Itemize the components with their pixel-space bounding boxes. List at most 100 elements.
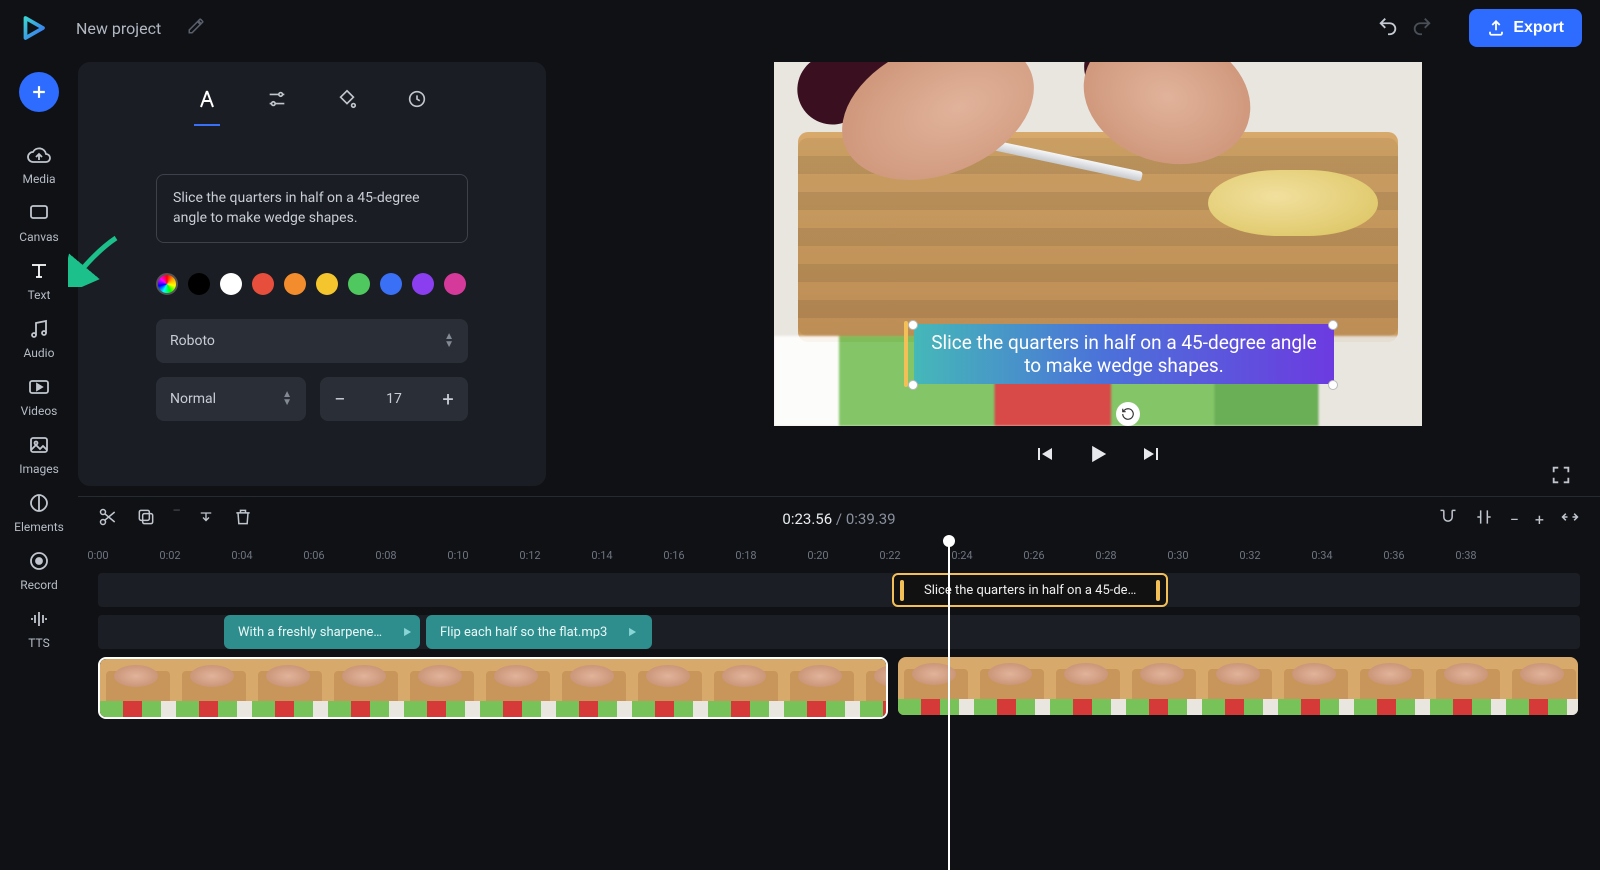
tab-timing[interactable]: [402, 84, 432, 114]
export-label: Export: [1513, 19, 1564, 37]
rail-item-media[interactable]: Media: [9, 142, 69, 186]
video-track-row[interactable]: [98, 657, 1580, 719]
video-thumbnail: [974, 657, 1050, 715]
playhead[interactable]: [948, 541, 950, 870]
top-bar: New project Export: [0, 0, 1600, 56]
color-swatches: [156, 273, 468, 295]
zoom-out-button[interactable]: −: [1510, 510, 1519, 529]
swatch-red[interactable]: [252, 273, 274, 295]
text-overlay[interactable]: Slice the quarters in half on a 45-degre…: [914, 324, 1334, 384]
rail-item-canvas[interactable]: Canvas: [9, 200, 69, 244]
color-picker-button[interactable]: [156, 273, 178, 295]
clip-handle-left[interactable]: [900, 580, 904, 601]
project-title[interactable]: New project: [76, 19, 161, 38]
text-content-input[interactable]: Slice the quarters in half on a 45-degre…: [156, 174, 468, 243]
text-track[interactable]: Slice the quarters in half on a 45-de…: [98, 573, 1580, 607]
clip-label: Flip each half so the flat.mp3: [426, 625, 621, 640]
font-weight-value: Normal: [170, 391, 216, 407]
ruler-tick: 0:00: [87, 549, 108, 562]
swatch-black[interactable]: [188, 273, 210, 295]
ruler-tick: 0:36: [1383, 549, 1404, 562]
timeline: ‾ 0:23.56 / 0:39.39 − + 0:000:020:040:06…: [78, 496, 1600, 870]
rail-label: Record: [20, 578, 58, 592]
resize-handle-br[interactable]: [1328, 380, 1338, 390]
rotate-handle[interactable]: [1116, 402, 1140, 426]
ruler-tick: 0:02: [159, 549, 180, 562]
rail-label: Videos: [21, 404, 58, 418]
video-thumbnail: [480, 659, 556, 717]
swatch-blue[interactable]: [380, 273, 402, 295]
clip-label: With a freshly sharpene…: [224, 625, 396, 640]
font-weight-select[interactable]: Normal ▲▼: [156, 377, 306, 421]
elements-icon: [26, 490, 52, 516]
left-rail: Media Canvas Text Audio Videos Images El…: [0, 56, 78, 870]
timeline-ruler[interactable]: 0:000:020:040:060:080:100:120:140:160:18…: [78, 541, 1600, 573]
increase-size-button[interactable]: +: [428, 387, 468, 411]
rail-item-audio[interactable]: Audio: [9, 316, 69, 360]
fullscreen-button[interactable]: [1550, 464, 1572, 490]
ruler-tick: 0:38: [1455, 549, 1476, 562]
next-button[interactable]: [1140, 442, 1164, 470]
ruler-tick: 0:04: [231, 549, 252, 562]
font-size-value[interactable]: 17: [360, 391, 428, 407]
magnet-button[interactable]: [1438, 507, 1458, 531]
snap-button[interactable]: [1474, 507, 1494, 531]
text-clip[interactable]: Slice the quarters in half on a 45-de…: [892, 573, 1168, 607]
ruler-tick: 0:22: [879, 549, 900, 562]
redo-button[interactable]: [1411, 15, 1433, 41]
video-clip-2[interactable]: [898, 657, 1578, 719]
audio-clip[interactable]: Flip each half so the flat.mp3: [426, 615, 652, 649]
preview-canvas[interactable]: Slice the quarters in half on a 45-degre…: [774, 62, 1422, 426]
video-thumbnail: [1126, 657, 1202, 715]
rail-item-videos[interactable]: Videos: [9, 374, 69, 418]
videos-icon: [26, 374, 52, 400]
current-time: 0:23.56: [782, 510, 832, 528]
swatch-green[interactable]: [348, 273, 370, 295]
font-family-select[interactable]: Roboto ▲▼: [156, 319, 468, 363]
clip-handle-right[interactable]: [1156, 580, 1160, 601]
tab-adjustments[interactable]: [262, 84, 292, 114]
add-button[interactable]: [19, 72, 59, 112]
audio-track[interactable]: With a freshly sharpene… Flip each half …: [98, 615, 1580, 649]
fit-timeline-button[interactable]: [1560, 507, 1580, 531]
export-button[interactable]: Export: [1469, 9, 1582, 47]
rail-label: Canvas: [19, 230, 58, 244]
play-button[interactable]: [1084, 440, 1112, 472]
video-clip-1[interactable]: [98, 657, 888, 719]
resize-handle-tr[interactable]: [1328, 320, 1338, 330]
audio-clip[interactable]: With a freshly sharpene…: [224, 615, 420, 649]
undo-button[interactable]: [1377, 15, 1399, 41]
swatch-orange[interactable]: [284, 273, 306, 295]
rail-item-elements[interactable]: Elements: [9, 490, 69, 534]
split-button[interactable]: [98, 507, 118, 531]
resize-handle-left[interactable]: [904, 321, 908, 387]
swatch-white[interactable]: [220, 273, 242, 295]
rail-item-tts[interactable]: TTS: [9, 606, 69, 650]
zoom-in-button[interactable]: +: [1535, 510, 1544, 529]
rail-item-text[interactable]: Text: [9, 258, 69, 302]
rename-icon[interactable]: [187, 17, 205, 39]
decrease-size-button[interactable]: −: [320, 387, 360, 411]
duplicate-button[interactable]: [136, 507, 156, 531]
swatch-pink[interactable]: [444, 273, 466, 295]
tab-text-style[interactable]: [192, 84, 222, 114]
ruler-tick: 0:16: [663, 549, 684, 562]
resize-handle-bl[interactable]: [908, 380, 918, 390]
ruler-tick: 0:34: [1311, 549, 1332, 562]
video-thumbnail: [404, 659, 480, 717]
delete-button[interactable]: [233, 507, 253, 531]
tab-fill[interactable]: [332, 84, 362, 114]
layer-down-button[interactable]: [197, 507, 215, 531]
images-icon: [26, 432, 52, 458]
video-thumbnail: [1430, 657, 1506, 715]
swatch-yellow[interactable]: [316, 273, 338, 295]
resize-handle-tl[interactable]: [908, 320, 918, 330]
rail-item-images[interactable]: Images: [9, 432, 69, 476]
ruler-tick: 0:24: [951, 549, 972, 562]
video-thumbnail: [176, 659, 252, 717]
video-thumbnail: [1354, 657, 1430, 715]
prev-button[interactable]: [1032, 442, 1056, 470]
rail-item-record[interactable]: Record: [9, 548, 69, 592]
layer-up-button[interactable]: ‾: [174, 507, 179, 531]
swatch-purple[interactable]: [412, 273, 434, 295]
